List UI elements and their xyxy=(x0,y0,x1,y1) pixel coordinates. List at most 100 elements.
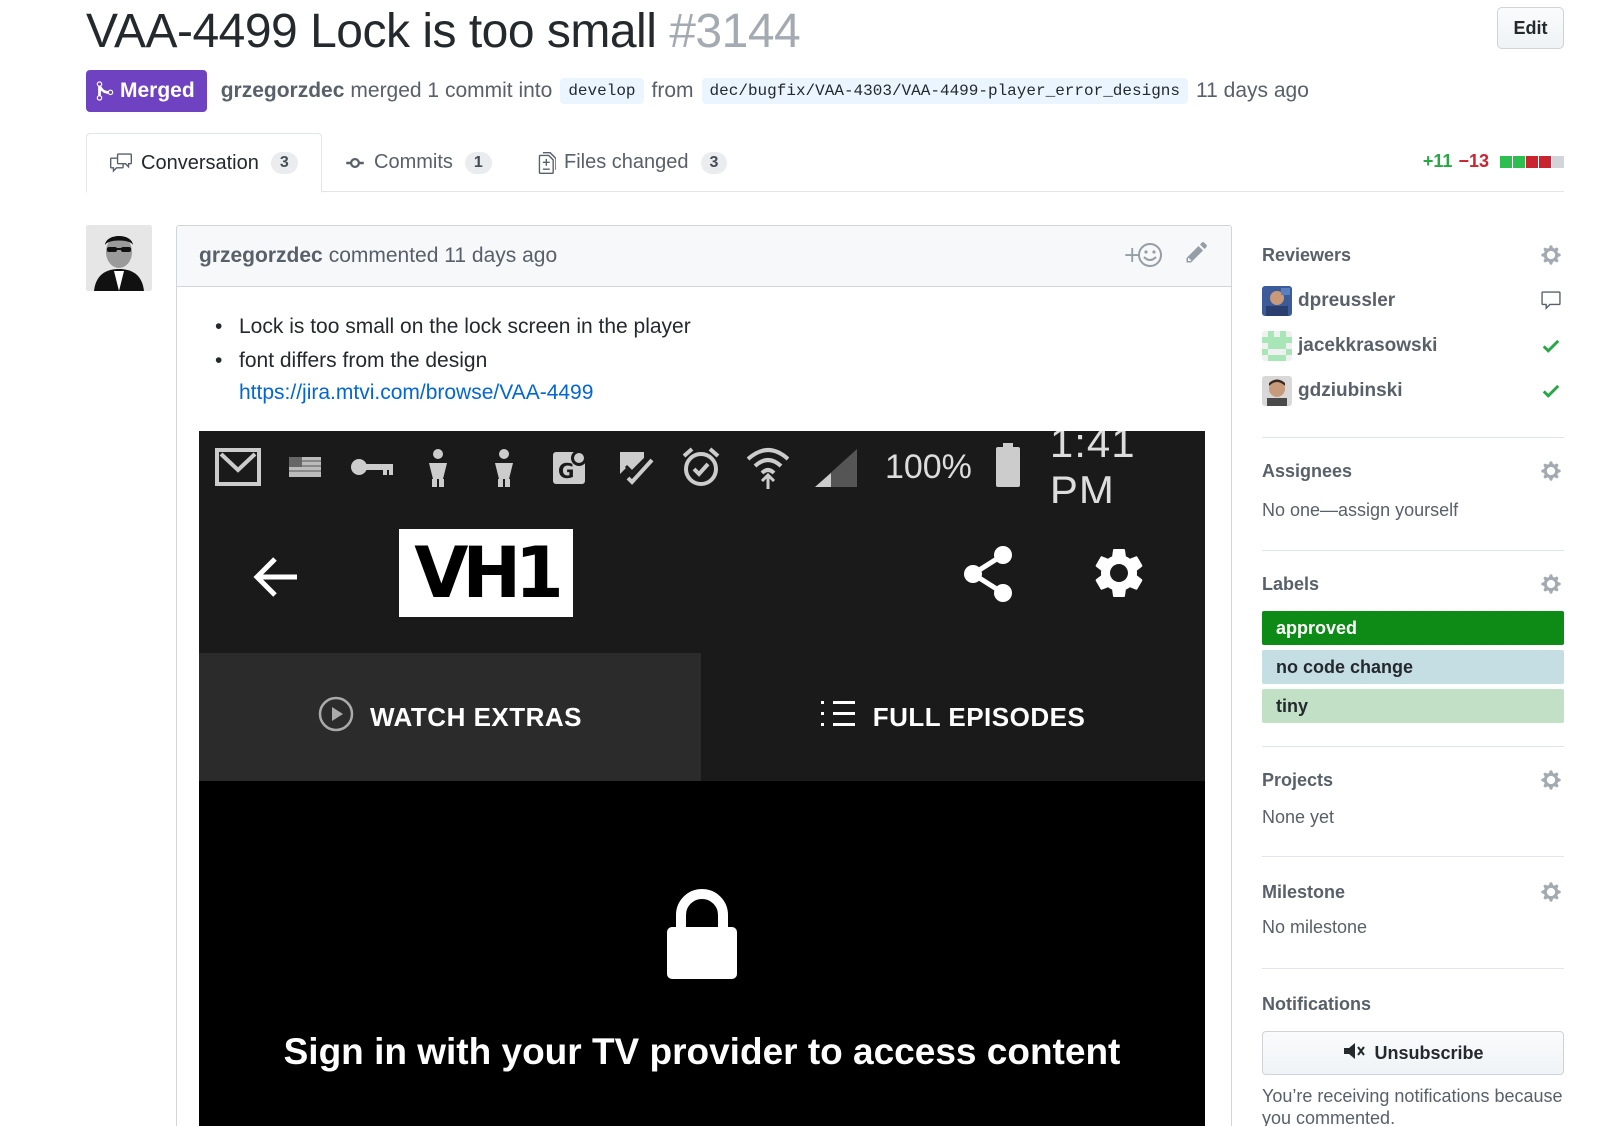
notifications-reason: You’re receiving notifications because y… xyxy=(1262,1086,1563,1126)
projects-value: None yet xyxy=(1262,807,1335,827)
comment-author-avatar[interactable] xyxy=(86,225,152,291)
comment-actions: + xyxy=(1123,240,1209,270)
pr-meta: Merged grzegorzdec merged 1 commit into … xyxy=(86,70,1315,112)
notifications-section: Notifications Unsubscribe You’re receivi… xyxy=(1262,969,1564,1126)
share-icon[interactable] xyxy=(961,545,1015,608)
reviewers-title: Reviewers xyxy=(1262,244,1352,265)
from-text: from xyxy=(651,79,694,102)
label-tiny[interactable]: tiny xyxy=(1262,689,1564,723)
us-flag-icon xyxy=(283,444,327,490)
comment-box: grzegorzdec commented 11 days ago + Lock… xyxy=(176,225,1232,1126)
gmail-icon xyxy=(215,444,261,490)
full-episodes-tab[interactable]: FULL EPISODES xyxy=(701,653,1205,781)
conversation-icon xyxy=(110,153,132,173)
edit-button[interactable]: Edit xyxy=(1497,7,1564,49)
maps-icon: G xyxy=(548,444,592,490)
reviewer-dpreussler[interactable]: dpreussler xyxy=(1262,278,1564,323)
projects-gear-icon[interactable] xyxy=(1540,769,1562,796)
list-item: Lock is too small on the lock screen in … xyxy=(215,311,1209,343)
watch-extras-tab[interactable]: WATCH EXTRAS xyxy=(199,653,701,781)
reviewer-gdziubinski[interactable]: gdziubinski xyxy=(1262,368,1564,413)
pr-number: #3144 xyxy=(669,5,801,58)
pr-title-text: VAA-4499 Lock is too small xyxy=(86,5,657,58)
edit-pencil-icon[interactable] xyxy=(1185,240,1209,270)
assignees-section: Assignees No one—assign yourself xyxy=(1262,438,1564,551)
base-branch[interactable]: develop xyxy=(560,78,644,104)
list-icon xyxy=(820,699,857,736)
check-icon xyxy=(1540,380,1562,408)
reviewer-name: jacekkrasowski xyxy=(1298,334,1438,356)
check-icon xyxy=(1540,335,1562,363)
merge-icon xyxy=(96,81,114,101)
assignees-title: Assignees xyxy=(1262,460,1353,481)
diffstat-additions: +11 xyxy=(1422,151,1453,171)
task-check-icon xyxy=(614,444,658,490)
notifications-title: Notifications xyxy=(1262,993,1372,1014)
assign-yourself-link[interactable]: No one—assign yourself xyxy=(1262,500,1564,521)
merged-text: merged 1 commit into xyxy=(350,79,553,102)
tab-conversation-count: 3 xyxy=(270,152,298,174)
pr-author-link[interactable]: grzegorzdec xyxy=(221,79,345,103)
assignees-gear-icon[interactable] xyxy=(1540,460,1562,487)
lock-icon xyxy=(665,889,739,986)
add-reaction-icon[interactable]: + xyxy=(1123,240,1163,270)
projects-title: Projects xyxy=(1262,769,1334,790)
tab-conversation-label: Conversation xyxy=(141,151,259,174)
reviewer-jacekkrasowski[interactable]: jacekkrasowski xyxy=(1262,323,1564,368)
reviewers-section: Reviewers dpreussler jacekkrasowski gdzi… xyxy=(1262,240,1564,438)
comment-header: grzegorzdec commented 11 days ago + xyxy=(177,226,1231,287)
comment-author[interactable]: grzegorzdec xyxy=(199,244,323,268)
labels-gear-icon[interactable] xyxy=(1540,573,1562,600)
head-branch[interactable]: dec/bugfix/VAA-4303/VAA-4499-player_erro… xyxy=(701,78,1189,104)
label-no-code-change[interactable]: no code change xyxy=(1262,650,1564,684)
embedded-screenshot[interactable]: G 100% 1:41 PM VH1 WATCH EXTRAS FULL EPI… xyxy=(199,431,1205,1126)
tab-conversation[interactable]: Conversation 3 xyxy=(86,133,322,193)
diffstat-deletions: −13 xyxy=(1458,151,1489,171)
diffstat[interactable]: +11 −13 xyxy=(1423,151,1564,172)
watch-extras-label: WATCH EXTRAS xyxy=(369,701,583,732)
comment-meta[interactable]: commented 11 days ago xyxy=(329,244,557,268)
comment-icon xyxy=(1540,290,1562,318)
sign-in-message: Sign in with your TV provider to access … xyxy=(283,1031,1121,1072)
tab-files-changed[interactable]: Files changed 3 xyxy=(538,133,728,192)
app-bar: VH1 xyxy=(199,503,1205,653)
avatar xyxy=(1262,375,1292,406)
unsubscribe-label: Unsubscribe xyxy=(1374,1042,1484,1063)
play-circle-icon xyxy=(318,696,354,739)
tab-files-changed-count: 3 xyxy=(700,151,728,174)
pr-tabs: Conversation 3 Commits 1 Files changed 3… xyxy=(86,133,1564,193)
merged-state-badge: Merged xyxy=(86,70,207,112)
labels-title: Labels xyxy=(1262,573,1320,594)
alarm-icon xyxy=(679,444,723,490)
back-arrow-icon[interactable] xyxy=(251,555,299,604)
reviewer-name: gdziubinski xyxy=(1298,379,1403,401)
mute-icon xyxy=(1342,1041,1366,1066)
label-approved[interactable]: approved xyxy=(1262,611,1564,645)
tab-files-changed-label: Files changed xyxy=(564,151,689,173)
milestone-section: Milestone No milestone xyxy=(1262,857,1564,969)
pr-title: VAA-4499 Lock is too small #3144 xyxy=(86,4,801,59)
list-item: font differs from the designhttps://jira… xyxy=(215,345,1209,409)
labels-section: Labels approved no code change tiny xyxy=(1262,551,1564,747)
settings-gear-icon[interactable] xyxy=(1089,543,1149,608)
jira-link[interactable]: https://jira.mtvi.com/browse/VAA-4499 xyxy=(239,381,593,404)
phone-status-bar: G 100% 1:41 PM xyxy=(199,431,1205,514)
comment-body: Lock is too small on the lock screen in … xyxy=(177,287,1231,409)
milestone-gear-icon[interactable] xyxy=(1540,881,1562,908)
avatar xyxy=(1262,285,1292,316)
reviewers-gear-icon[interactable] xyxy=(1540,244,1562,271)
commit-icon xyxy=(346,157,364,168)
projects-section: Projects None yet xyxy=(1262,747,1564,857)
full-episodes-label: FULL EPISODES xyxy=(872,701,1086,732)
battery-percent: 100% xyxy=(884,447,972,486)
key-icon xyxy=(349,444,395,490)
reviewer-name: dpreussler xyxy=(1298,289,1396,311)
milestone-value: No milestone xyxy=(1262,917,1368,937)
wifi-icon xyxy=(745,444,791,490)
milestone-title: Milestone xyxy=(1262,881,1346,902)
pr-sidebar: Reviewers dpreussler jacekkrasowski gdzi… xyxy=(1262,240,1564,1126)
battery-icon xyxy=(994,442,1022,492)
svg-text:G: G xyxy=(558,459,574,483)
unsubscribe-button[interactable]: Unsubscribe xyxy=(1262,1031,1564,1075)
tab-commits[interactable]: Commits 1 xyxy=(344,133,492,192)
